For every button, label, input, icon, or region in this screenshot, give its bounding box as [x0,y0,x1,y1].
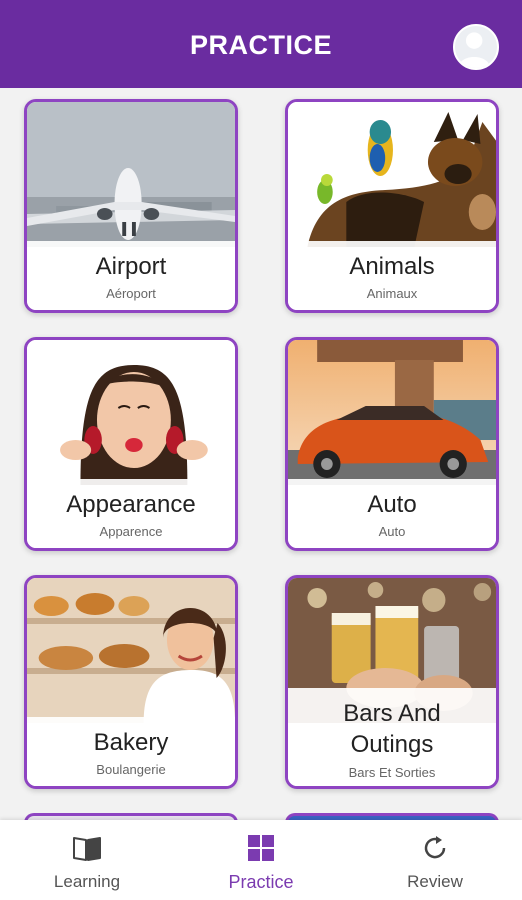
card-caption: Animals Animaux [288,241,496,310]
category-card-animals[interactable]: Animals Animaux [285,99,499,313]
page-title: PRACTICE [189,30,332,60]
nav-practice-label: Practice [228,872,294,892]
nav-learning-label: Learning [53,872,121,891]
category-card-auto[interactable]: Auto Auto [285,337,499,551]
user-avatar-icon[interactable] [453,24,499,70]
bakery-image [27,578,235,723]
card-title: Auto [367,491,417,518]
bottom-navigation: Learning Practice Review [0,820,522,900]
animals-image [288,102,496,247]
card-title: Airport [95,253,167,280]
card-subtitle: Boulangerie [96,762,166,777]
category-card-appearance[interactable]: Appearance Apparence [24,337,238,551]
category-card-bars-and-outings[interactable]: Bars And Outings Bars Et Sorties [285,575,499,789]
appearance-image [27,340,235,485]
category-card-airport[interactable]: Airport Aéroport [24,99,238,313]
card-subtitle: Apparence [99,524,163,539]
card-subtitle: Bars Et Sorties [348,765,436,780]
nav-review-label: Review [407,872,463,891]
nav-review[interactable]: Review [348,820,522,900]
book-icon [73,837,101,861]
card-title: Animals [349,253,435,280]
refresh-icon [424,836,446,859]
category-grid: Airport Aéroport Animals Animaux Appeara… [0,88,522,820]
card-subtitle: Animaux [366,286,418,301]
card-caption: Airport Aéroport [27,241,235,310]
card-caption: Auto Auto [288,479,496,548]
airport-image [27,102,235,247]
card-caption: Bakery Boulangerie [27,717,235,786]
nav-learning[interactable]: Learning [0,820,174,900]
category-card-partial[interactable] [24,813,238,820]
card-subtitle: Auto [378,524,406,539]
card-caption: Appearance Apparence [27,479,235,548]
nav-practice[interactable]: Practice [174,820,348,900]
practice-screen: PRACTICE Airport Aéroport Animals Animau… [0,0,522,900]
app-header: PRACTICE [0,0,522,88]
card-caption: Bars And Outings Bars Et Sorties [288,688,496,786]
card-title: Appearance [66,491,196,518]
category-card-bakery[interactable]: Bakery Boulangerie [24,575,238,789]
card-title: Bars And Outings [343,700,441,758]
auto-image [288,340,496,485]
grid-icon [248,835,274,861]
card-subtitle: Aéroport [106,286,156,301]
card-title: Bakery [93,729,169,756]
category-card-partial[interactable] [285,813,499,820]
